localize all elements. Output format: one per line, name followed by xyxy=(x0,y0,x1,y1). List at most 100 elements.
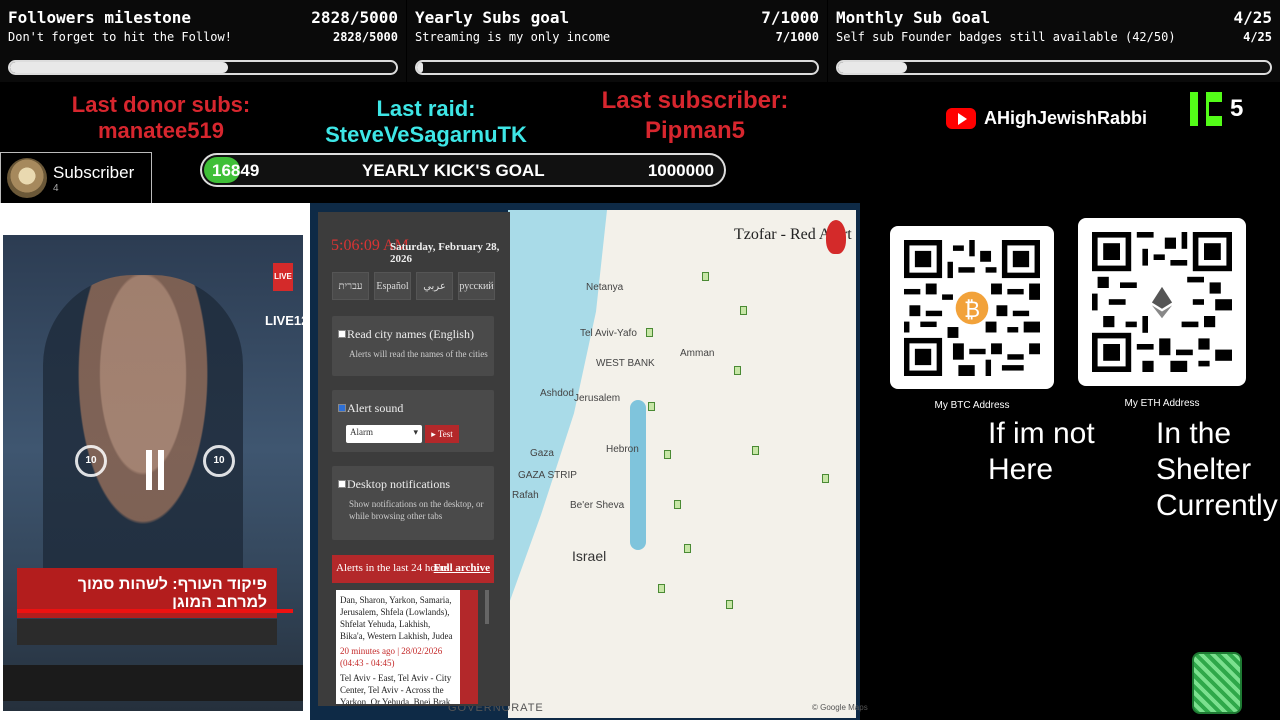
monthly-sub-goal: Monthly Sub Goal 4/25 Self sub Founder ba… xyxy=(828,0,1280,82)
shelter-note-left: If im not Here xyxy=(988,417,1095,486)
map-marker xyxy=(664,450,671,459)
read-city-card: Read city names (English) Alerts will re… xyxy=(332,316,494,376)
goal-progress-fill xyxy=(838,62,908,73)
map-marker xyxy=(822,474,829,483)
youtube-channel-name: AHighJewishRabbi xyxy=(984,108,1148,128)
tzofar-logo-icon xyxy=(826,220,846,254)
goal-count: 2828/5000 xyxy=(311,7,398,27)
alert-item-areas: Dan, Sharon, Yarkon, Samaria, Jerusalem,… xyxy=(340,595,453,641)
map-label-rafah: Rafah xyxy=(512,490,539,501)
map-marker xyxy=(740,306,747,315)
test-sound-label: Test xyxy=(437,429,453,439)
alert-map[interactable]: Netanya Tel Aviv-Yafo WEST BANK Amman Je… xyxy=(508,210,856,718)
full-archive-link[interactable]: Full archive xyxy=(434,562,490,574)
read-city-desc: Alerts will read the names of the cities xyxy=(349,349,488,359)
alert-sound-checkbox[interactable] xyxy=(338,404,346,412)
map-label-israel: Israel xyxy=(572,548,607,564)
news-ticker xyxy=(3,665,303,701)
btc-address-label: My BTC Address xyxy=(934,400,1010,411)
map-label-hebron: Hebron xyxy=(606,444,639,455)
map-label-jerusalem: Jerusalem xyxy=(574,393,621,404)
alert-sound-title: Alert sound xyxy=(347,401,404,415)
kick-counter: 5 xyxy=(1190,92,1243,126)
shelter-note-right: In the Shelter Currently xyxy=(1156,417,1278,522)
alert-list-scrollbar[interactable] xyxy=(485,590,489,624)
skip-back-icon[interactable]: 10 xyxy=(75,445,107,477)
subscriber-card: Subscriber 4 xyxy=(0,152,152,204)
alert-sound-card: Alert sound Alarm ▾ ▸ Test xyxy=(332,390,494,452)
goal-subtitle: Don't forget to hit the Follow! xyxy=(8,30,232,44)
goal-subtitle: Streaming is my only income xyxy=(415,30,611,44)
kick-goal-current: 16849 xyxy=(212,161,260,180)
goal-subtitle: Self sub Founder badges still available … xyxy=(836,30,1176,44)
goal-title: Monthly Sub Goal xyxy=(836,7,991,27)
play-icon: ▸ xyxy=(431,429,436,439)
yearly-kick-goal: 16849 YEARLY KICK'S GOAL 1000000 xyxy=(200,153,726,187)
alert-sound-select[interactable]: Alarm ▾ xyxy=(346,425,422,443)
pause-icon[interactable] xyxy=(146,450,164,490)
map-marker xyxy=(684,544,691,553)
test-sound-button[interactable]: ▸ Test xyxy=(425,425,459,443)
map-marker xyxy=(734,366,741,375)
alerts-header-title: Alerts in the last 24 hours xyxy=(336,562,450,574)
last-subscriber-label: Last subscriber: xyxy=(601,87,789,114)
last-raid-label: Last raid: xyxy=(376,96,476,121)
desktop-notif-card: Desktop notifications Show notifications… xyxy=(332,466,494,540)
current-date: Saturday, February 28, 2026 xyxy=(390,241,500,265)
read-city-checkbox[interactable] xyxy=(338,330,346,338)
last-raid: Last raid: SteveVeSagarnuTK xyxy=(300,96,552,148)
eth-address-label: My ETH Address xyxy=(1124,398,1200,409)
goal-title: Yearly Subs goal xyxy=(415,7,570,27)
yearly-subs-goal: Yearly Subs goal 7/1000 Streaming is my o… xyxy=(407,0,827,82)
last-donor: Last donor subs: manatee519 xyxy=(40,92,282,144)
map-marker xyxy=(752,446,759,455)
chevron-down-icon: ▾ xyxy=(413,427,418,437)
desktop-notif-checkbox[interactable] xyxy=(338,480,346,488)
channel-logo: LIVE12 xyxy=(265,313,303,328)
map-label-gazastrip: GAZA STRIP xyxy=(518,470,577,481)
last-subscriber: Last subscriber: Pipman5 xyxy=(576,86,814,146)
map-marker xyxy=(646,328,653,337)
followers-goal: Followers milestone 2828/5000 Don't forge… xyxy=(0,0,406,82)
goal-progress-fill xyxy=(417,62,423,73)
map-marker xyxy=(674,500,681,509)
tip-jar-icon xyxy=(1192,652,1242,714)
desktop-notif-desc: Show notifications on the desktop, or wh… xyxy=(349,499,484,521)
desktop-notif-title: Desktop notifications xyxy=(347,477,450,491)
alert-sound-select-value: Alarm xyxy=(350,427,373,437)
map-label-amman: Amman xyxy=(680,348,715,359)
goal-progress-bar xyxy=(415,60,819,75)
read-city-title: Read city names (English) xyxy=(347,327,474,341)
last-donor-label: Last donor subs: xyxy=(71,92,251,117)
map-label-ashdod: Ashdod xyxy=(540,388,574,399)
map-marker xyxy=(726,600,733,609)
dead-sea xyxy=(630,400,646,550)
eth-qr-icon xyxy=(1092,232,1232,372)
lang-arabic[interactable]: عربي xyxy=(416,272,453,300)
news-subband xyxy=(17,619,277,645)
map-label-beersheva: Be'er Sheva xyxy=(570,500,625,511)
lang-spanish[interactable]: Español xyxy=(374,272,411,300)
avatar xyxy=(7,158,47,198)
live-badge: LIVE xyxy=(273,263,293,291)
kick-goal-target: 1000000 xyxy=(647,161,714,180)
skip-forward-icon[interactable]: 10 xyxy=(203,445,235,477)
goal-count: 7/1000 xyxy=(761,7,819,27)
map-label-gaza: Gaza xyxy=(530,448,554,459)
alerts-header: Alerts in the last 24 hours Full archive xyxy=(332,555,494,583)
kick-icon xyxy=(1190,92,1222,126)
map-marker xyxy=(702,272,709,281)
google-maps-credit[interactable]: © Google Maps xyxy=(812,703,868,712)
news-red-line xyxy=(17,609,293,613)
lang-russian[interactable]: русский xyxy=(458,272,495,300)
youtube-channel: AHighJewishRabbi xyxy=(946,108,1147,129)
goal-count-secondary: 7/1000 xyxy=(775,30,819,44)
map-marker xyxy=(658,584,665,593)
last-raid-name: SteveVeSagarnuTK xyxy=(325,122,527,147)
eth-qr-code xyxy=(1078,218,1246,386)
subscriber-count: 4 xyxy=(53,182,59,194)
news-video-player[interactable]: LIVE LIVE12 10 10 פיקוד העורף: לשהות סמו… xyxy=(3,235,303,711)
map-marker xyxy=(648,402,655,411)
alert-list[interactable]: Dan, Sharon, Yarkon, Samaria, Jerusalem,… xyxy=(336,590,460,704)
lang-hebrew[interactable]: עברית xyxy=(332,272,369,300)
